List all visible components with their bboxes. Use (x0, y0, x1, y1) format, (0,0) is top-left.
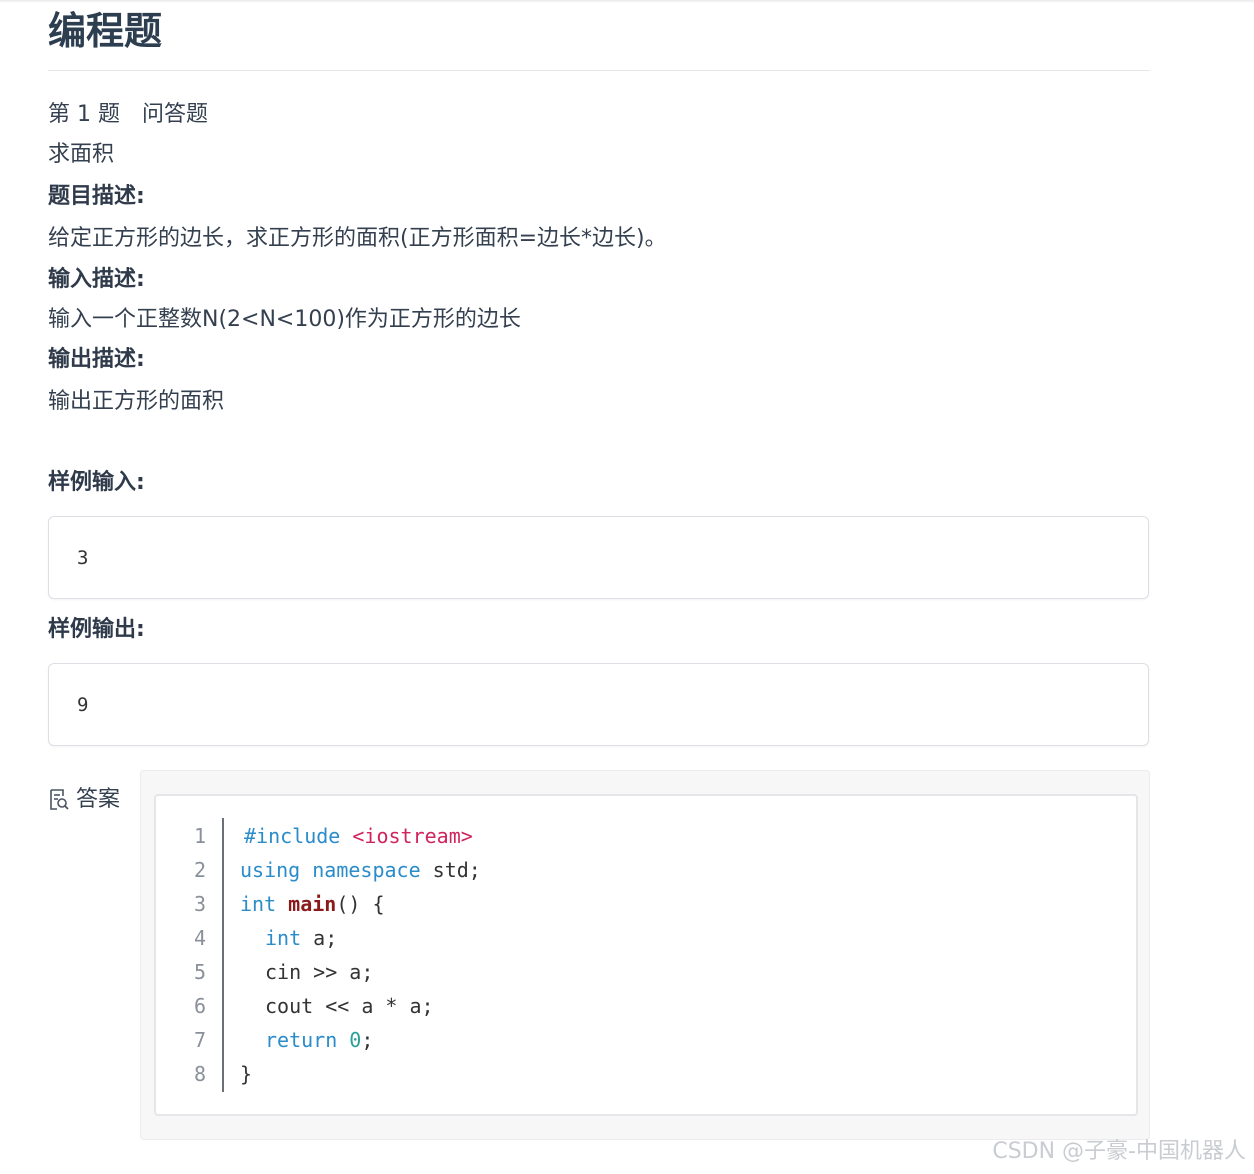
keyword: namespace (312, 858, 421, 882)
code-text: a; (301, 926, 338, 950)
sample-output-box: 9 (48, 663, 1149, 746)
question-number: 第 1 题 (48, 102, 120, 127)
output-description-heading: 输出描述: (48, 347, 145, 372)
code-text: () { (336, 892, 385, 916)
input-description-text: 输入一个正整数N(2<N<100)作为正方形的边长 (48, 307, 521, 332)
keyword: int (240, 892, 277, 916)
number-literal: 0 (349, 1028, 362, 1052)
answer-doc-icon (48, 788, 70, 812)
line-number: 6 (193, 994, 206, 1018)
line-number: 4 (193, 926, 206, 950)
watermark: CSDN @子豪-中国机器人 (992, 1139, 1246, 1164)
code-line-1: #include <iostream> (244, 821, 473, 851)
function-name: main (288, 892, 337, 916)
code-line-8: } (240, 1062, 253, 1086)
sample-input-box: 3 (48, 516, 1149, 599)
output-description-text: 输出正方形的面积 (48, 389, 225, 414)
sample-input-heading: 样例输入: (48, 470, 145, 495)
question-type: 问答题 (141, 102, 208, 127)
top-shadow (0, 0, 1254, 3)
answer-toggle[interactable]: 答案 (48, 785, 120, 815)
page-title: 编程题 (48, 9, 163, 53)
code-line-7: return 0; (265, 1025, 373, 1055)
line-number: 5 (193, 960, 206, 984)
title-divider (48, 70, 1150, 71)
keyword: using (240, 858, 301, 882)
code-line-2: using namespace std; (240, 855, 481, 885)
line-number: 3 (193, 892, 206, 916)
code-text: std; (420, 858, 481, 882)
preprocessor-directive: #include (244, 824, 341, 848)
code-line-6: cout << a * a; (265, 994, 434, 1018)
code-gutter-divider (222, 818, 224, 1092)
include-header: <iostream> (352, 824, 473, 848)
code-line-5: cin >> a; (265, 960, 374, 984)
keyword: return (265, 1028, 338, 1052)
sample-output-heading: 样例输出: (48, 617, 145, 642)
code-text: ; (361, 1028, 374, 1052)
input-description-heading: 输入描述: (48, 267, 145, 292)
code-line-4: int a; (265, 923, 337, 953)
code-line-3: int main() { (240, 889, 385, 919)
sample-output-value: 9 (77, 694, 89, 716)
question-header: 第 1 题问答题 (48, 100, 208, 130)
line-number: 2 (193, 858, 206, 882)
answer-label-text: 答案 (76, 787, 121, 812)
description-heading: 题目描述: (48, 184, 145, 209)
line-number: 8 (193, 1062, 206, 1086)
sample-input-value: 3 (77, 547, 89, 569)
description-text: 给定正方形的边长，求正方形的面积(正方形面积=边长*边长)。 (48, 226, 667, 251)
line-number: 1 (193, 824, 206, 848)
question-name: 求面积 (48, 142, 115, 167)
keyword: int (265, 926, 302, 950)
line-number: 7 (193, 1028, 206, 1052)
